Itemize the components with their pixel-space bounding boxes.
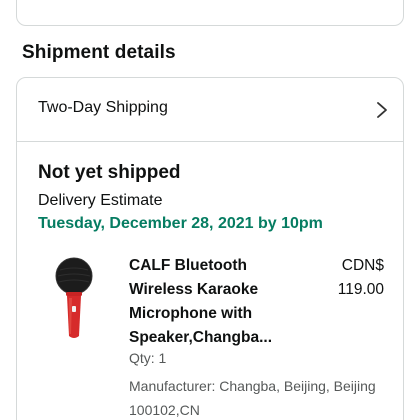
microphone-product-image[interactable] xyxy=(52,256,96,342)
price-currency: CDN$ xyxy=(341,257,384,274)
section-title: Shipment details xyxy=(22,42,176,63)
item-quantity: Qty: 1 xyxy=(129,350,167,366)
delivery-date: Tuesday, December 28, 2021 by 10pm xyxy=(38,215,323,232)
product-title-link[interactable]: CALF Bluetooth Wireless Karaoke Micropho… xyxy=(129,254,304,350)
shipment-card: Two-Day Shipping Not yet shipped Deliver… xyxy=(16,77,404,420)
item-price: CDN$ 119.00 xyxy=(317,254,384,302)
item-manufacturer: Manufacturer: Changba, Beijing, Beijing … xyxy=(129,378,376,418)
previous-section-card xyxy=(16,0,404,26)
shipping-status: Not yet shipped xyxy=(38,162,181,183)
chevron-right-icon xyxy=(377,102,387,118)
shipment-details-page: Shipment details Two-Day Shipping Not ye… xyxy=(0,0,420,420)
price-amount: 119.00 xyxy=(337,281,384,298)
delivery-estimate-label: Delivery Estimate xyxy=(38,192,163,209)
shipping-option-label: Two-Day Shipping xyxy=(38,99,168,116)
shipping-option-row[interactable]: Two-Day Shipping xyxy=(17,78,403,142)
